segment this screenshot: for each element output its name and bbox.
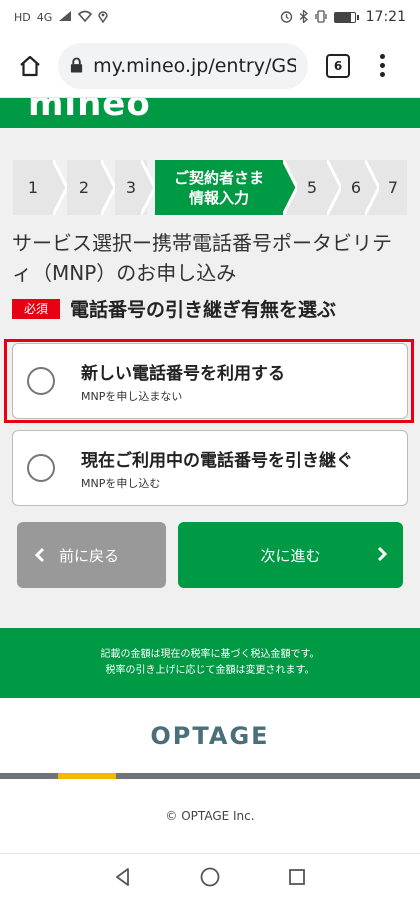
home-nav-icon[interactable]: [199, 866, 221, 888]
wifi-icon: [78, 10, 93, 24]
option-main-label: 現在ご利用中の電話番号を引き継ぐ: [81, 450, 353, 471]
tax-note: 記載の金額は現在の税率に基づく税込金額です。 税率の引き上げに応じて金額は変更さ…: [0, 628, 420, 698]
status-right: 17:21: [280, 8, 406, 25]
option-sub-label: MNPを申し込まない: [81, 389, 183, 403]
option-new-number[interactable]: 新しい電話番号を利用する MNPを申し込まない: [12, 343, 408, 419]
step-label: 3: [125, 178, 137, 197]
main-content: 1 2 3 ご契約者さま 情報入力 5 6 7 サービス選択ー携帯電話番号ポータ…: [0, 128, 420, 628]
status-left: HD 4G: [14, 10, 109, 25]
required-badge: 必須: [12, 298, 61, 319]
step-label: 5: [306, 178, 318, 197]
step-label: 7: [387, 178, 399, 197]
step-divider-icon: [327, 160, 341, 215]
step-5: 5: [297, 160, 327, 215]
menu-dot-icon: [379, 54, 385, 59]
tax-note-line1: 記載の金額は現在の税率に基づく税込金額です。: [100, 649, 320, 660]
step-progress: 1 2 3 ご契約者さま 情報入力 5 6 7: [13, 160, 407, 215]
question-label: 電話番号の引き継ぎ有無を選ぶ: [70, 299, 337, 321]
next-button[interactable]: 次に進む: [178, 522, 403, 588]
recents-nav-icon[interactable]: [287, 867, 307, 887]
mineo-logo[interactable]: mineo: [28, 98, 151, 124]
system-nav-bar: [0, 853, 420, 900]
home-button[interactable]: [10, 46, 50, 86]
back-button[interactable]: 前に戻る: [17, 522, 166, 588]
option-keep-number[interactable]: 現在ご利用中の電話番号を引き継ぐ MNPを申し込む: [12, 430, 408, 506]
step-4-current: ご契約者さま 情報入力: [155, 160, 283, 215]
browser-toolbar: my.mineo.jp/entry/GSK 6: [0, 34, 420, 98]
step-7: 7: [379, 160, 407, 215]
option-sub-label: MNPを申し込む: [81, 476, 161, 490]
network-4g-indicator: 4G: [36, 10, 53, 24]
next-button-label: 次に進む: [260, 546, 321, 565]
chevron-left-icon: [35, 547, 45, 563]
status-bar: HD 4G 17:21: [0, 0, 420, 34]
signal-icon: [58, 10, 72, 24]
location-icon: [98, 10, 109, 25]
step-divider-icon: [283, 160, 297, 215]
option-main-label: 新しい電話番号を利用する: [81, 363, 285, 384]
back-nav-icon[interactable]: [113, 867, 133, 887]
lock-icon: [70, 57, 83, 73]
site-header: mineo: [0, 98, 420, 128]
step-label: 1: [27, 178, 39, 197]
step-divider-icon: [141, 160, 155, 215]
menu-dot-icon: [379, 72, 385, 77]
browser-menu-button[interactable]: [372, 51, 392, 81]
menu-dot-icon: [379, 63, 385, 68]
alarm-icon: [280, 10, 293, 25]
step-1: 1: [13, 160, 53, 215]
home-icon: [20, 55, 40, 76]
option-text: 現在ご利用中の電話番号を引き継ぐ MNPを申し込む: [81, 446, 353, 491]
hd-indicator: HD: [14, 10, 31, 24]
copyright: © OPTAGE Inc.: [0, 779, 420, 853]
url-text: my.mineo.jp/entry/GSK: [93, 54, 296, 77]
step-divider-icon: [365, 160, 379, 215]
optage-logo[interactable]: OPTAGE: [150, 722, 269, 750]
tab-switcher-button[interactable]: 6: [326, 53, 350, 78]
radio-button[interactable]: [27, 367, 55, 395]
step-label: 6: [350, 178, 362, 197]
step-2: 2: [67, 160, 101, 215]
battery-icon: [333, 11, 359, 23]
step-divider-icon: [101, 160, 115, 215]
section-title: サービス選択ー携帯電話番号ポータビリティ（MNP）のお申し込み: [12, 231, 392, 285]
chevron-right-icon: [377, 546, 387, 562]
step-label-line2: 情報入力: [188, 188, 249, 207]
step-label-line1: ご契約者さま: [173, 168, 264, 187]
brand-area: OPTAGE: [0, 698, 420, 773]
step-label: 2: [78, 178, 90, 197]
bluetooth-icon: [299, 8, 308, 25]
option-text: 新しい電話番号を利用する MNPを申し込まない: [81, 359, 285, 404]
back-button-label: 前に戻る: [59, 546, 120, 565]
status-time: 17:21: [365, 9, 406, 25]
address-bar[interactable]: my.mineo.jp/entry/GSK: [58, 42, 308, 89]
vibrate-icon: [314, 9, 328, 25]
question-row: 必須 電話番号の引き継ぎ有無を選ぶ: [12, 295, 336, 322]
radio-button[interactable]: [27, 454, 55, 482]
step-divider-icon: [53, 160, 67, 215]
tax-note-line2: 税率の引き上げに応じて金額は変更されます。: [105, 665, 315, 676]
